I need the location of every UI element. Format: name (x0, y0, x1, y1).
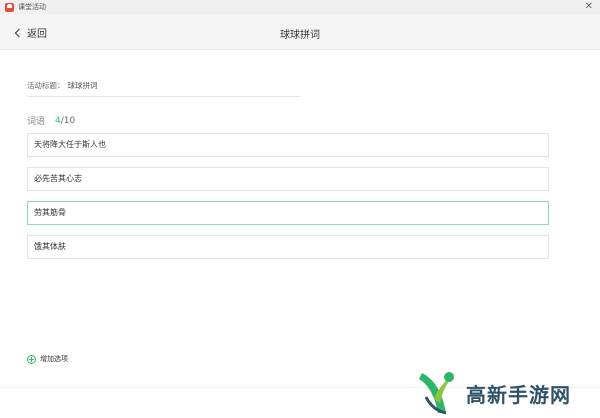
plus-circle-icon: + (27, 354, 36, 364)
page-header: 返回 球球拼词 (0, 14, 600, 50)
word-input-4[interactable]: 饿其体肤 (27, 235, 549, 259)
add-option-button[interactable]: + 增加选项 (27, 354, 68, 364)
watermark: 高新手游网 (416, 368, 600, 418)
words-count: 4/10 (55, 116, 75, 126)
page-title: 球球拼词 (280, 30, 320, 41)
word-input-2[interactable]: 必先苦其心志 (27, 167, 549, 191)
words-total: /10 (60, 115, 76, 126)
watermark-text: 高新手游网 (466, 382, 571, 407)
words-header: 词语 4/10 (27, 114, 75, 128)
activity-title-label: 活动标题： (27, 81, 65, 90)
word-input-1[interactable]: 天将降大任于斯人也 (27, 133, 549, 157)
word-input-3[interactable]: 劳其筋骨 (27, 201, 549, 225)
window-title: 课堂活动 (18, 3, 46, 11)
activity-title-field[interactable]: 活动标题： 球球拼词 (27, 80, 300, 97)
close-button[interactable]: ✕ (585, 1, 593, 13)
activity-title-value[interactable]: 球球拼词 (68, 80, 98, 91)
window-titlebar: 课堂活动 ✕ (0, 0, 600, 14)
words-label: 词语 (27, 117, 46, 127)
gaoxin-logo-icon (419, 372, 456, 415)
app-icon (5, 2, 14, 12)
add-option-label: 增加选项 (40, 355, 68, 363)
